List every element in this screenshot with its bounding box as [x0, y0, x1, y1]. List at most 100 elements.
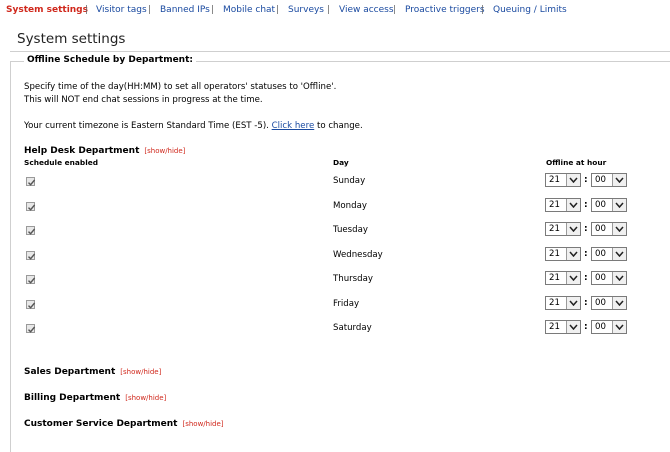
dept-customer-service-name: Customer Service Department	[24, 419, 178, 429]
dept-sales-toggle[interactable]: [show/hide]	[120, 368, 161, 376]
nav-visitor-tags[interactable]: Visitor tags	[96, 5, 147, 15]
schedule-enabled-checkbox[interactable]	[26, 226, 36, 235]
day-label: Monday	[333, 201, 367, 211]
nav-separator: |	[327, 5, 331, 15]
dept-help-desk-title: Help Desk Department [show/hide]	[24, 146, 185, 156]
time-colon: :	[584, 224, 588, 234]
top-nav: System settings | Visitor tags | Banned …	[0, 0, 670, 20]
hour-select[interactable]: 21	[545, 247, 581, 261]
minute-value: 00	[595, 224, 606, 234]
timezone-change-link[interactable]: Click here	[272, 121, 315, 131]
chevron-down-icon	[566, 199, 580, 211]
time-colon: :	[584, 200, 588, 210]
minute-select[interactable]: 00	[591, 320, 627, 334]
hour-select[interactable]: 21	[545, 271, 581, 285]
timezone-prefix: Your current timezone is Eastern Standar…	[24, 121, 269, 131]
chevron-down-icon	[612, 248, 626, 260]
dept-billing-toggle[interactable]: [show/hide]	[125, 394, 166, 402]
schedule-enabled-checkbox[interactable]	[26, 202, 36, 211]
chevron-down-icon	[566, 223, 580, 235]
schedule-enabled-checkbox[interactable]	[26, 324, 36, 333]
chevron-down-icon	[566, 272, 580, 284]
timezone-text: Your current timezone is Eastern Standar…	[24, 121, 363, 131]
day-label: Thursday	[333, 274, 373, 284]
intro-text-2: This will NOT end chat sessions in progr…	[24, 95, 263, 105]
hour-value: 21	[549, 273, 560, 283]
hour-select[interactable]: 21	[545, 222, 581, 236]
minute-select[interactable]: 00	[591, 222, 627, 236]
nav-view-access[interactable]: View access	[339, 5, 394, 15]
minute-select[interactable]: 00	[591, 198, 627, 212]
hour-select[interactable]: 21	[545, 296, 581, 310]
hour-value: 21	[549, 200, 560, 210]
chevron-down-icon	[612, 272, 626, 284]
time-colon: :	[584, 298, 588, 308]
nav-proactive-triggers[interactable]: Proactive triggers	[405, 5, 485, 15]
minute-select[interactable]: 00	[591, 296, 627, 310]
schedule-enabled-checkbox[interactable]	[26, 177, 36, 186]
schedule-enabled-checkbox[interactable]	[26, 300, 36, 309]
nav-banned-ips[interactable]: Banned IPs	[160, 5, 210, 15]
day-label: Sunday	[333, 176, 366, 186]
minute-value: 00	[595, 273, 606, 283]
chevron-down-icon	[612, 321, 626, 333]
nav-separator: |	[393, 5, 397, 15]
minute-value: 00	[595, 298, 606, 308]
chevron-down-icon	[612, 297, 626, 309]
hour-value: 21	[549, 249, 560, 259]
nav-surveys[interactable]: Surveys	[288, 5, 324, 15]
time-colon: :	[584, 249, 588, 259]
dept-billing-title: Billing Department [show/hide]	[24, 393, 166, 403]
dept-sales-name: Sales Department	[24, 367, 116, 377]
chevron-down-icon	[566, 297, 580, 309]
minute-value: 00	[595, 200, 606, 210]
hour-select[interactable]: 21	[545, 320, 581, 334]
time-colon: :	[584, 273, 588, 283]
hour-select[interactable]: 21	[545, 198, 581, 212]
day-label: Wednesday	[333, 250, 383, 260]
day-label: Saturday	[333, 323, 372, 333]
nav-system-settings[interactable]: System settings	[6, 5, 88, 15]
minute-value: 00	[595, 249, 606, 259]
chevron-down-icon	[566, 174, 580, 186]
schedule-enabled-checkbox[interactable]	[26, 275, 36, 284]
minute-select[interactable]: 00	[591, 247, 627, 261]
nav-separator: |	[85, 5, 89, 15]
nav-queuing-limits[interactable]: Queuing / Limits	[493, 5, 567, 15]
schedule-enabled-checkbox[interactable]	[26, 251, 36, 260]
col-day: Day	[333, 158, 349, 167]
minute-select[interactable]: 00	[591, 271, 627, 285]
dept-sales-title: Sales Department [show/hide]	[24, 367, 161, 377]
dept-customer-service-title: Customer Service Department [show/hide]	[24, 419, 224, 429]
hour-select[interactable]: 21	[545, 173, 581, 187]
minute-select[interactable]: 00	[591, 173, 627, 187]
hour-value: 21	[549, 224, 560, 234]
col-schedule-enabled: Schedule enabled	[24, 158, 99, 167]
title-divider	[10, 51, 670, 52]
nav-mobile-chat[interactable]: Mobile chat	[223, 5, 275, 15]
dept-help-desk-name: Help Desk Department	[24, 146, 140, 156]
dept-billing-name: Billing Department	[24, 393, 121, 403]
nav-separator: |	[211, 5, 215, 15]
nav-separator: |	[481, 5, 485, 15]
nav-separator: |	[276, 5, 280, 15]
page-title: System settings	[17, 31, 126, 47]
time-colon: :	[584, 175, 588, 185]
dept-customer-service-toggle[interactable]: [show/hide]	[182, 420, 223, 428]
minute-value: 00	[595, 322, 606, 332]
chevron-down-icon	[566, 321, 580, 333]
timezone-suffix: to change.	[316, 121, 363, 131]
chevron-down-icon	[612, 223, 626, 235]
section-title: Offline Schedule by Department:	[24, 55, 196, 65]
nav-separator: |	[148, 5, 152, 15]
minute-value: 00	[595, 175, 606, 185]
dept-help-desk-toggle[interactable]: [show/hide]	[144, 147, 185, 155]
hour-value: 21	[549, 322, 560, 332]
day-label: Friday	[333, 299, 360, 309]
hour-value: 21	[549, 175, 560, 185]
day-label: Tuesday	[333, 225, 368, 235]
chevron-down-icon	[612, 199, 626, 211]
col-offline-hour: Offline at hour	[546, 158, 607, 167]
time-colon: :	[584, 322, 588, 332]
hour-value: 21	[549, 298, 560, 308]
